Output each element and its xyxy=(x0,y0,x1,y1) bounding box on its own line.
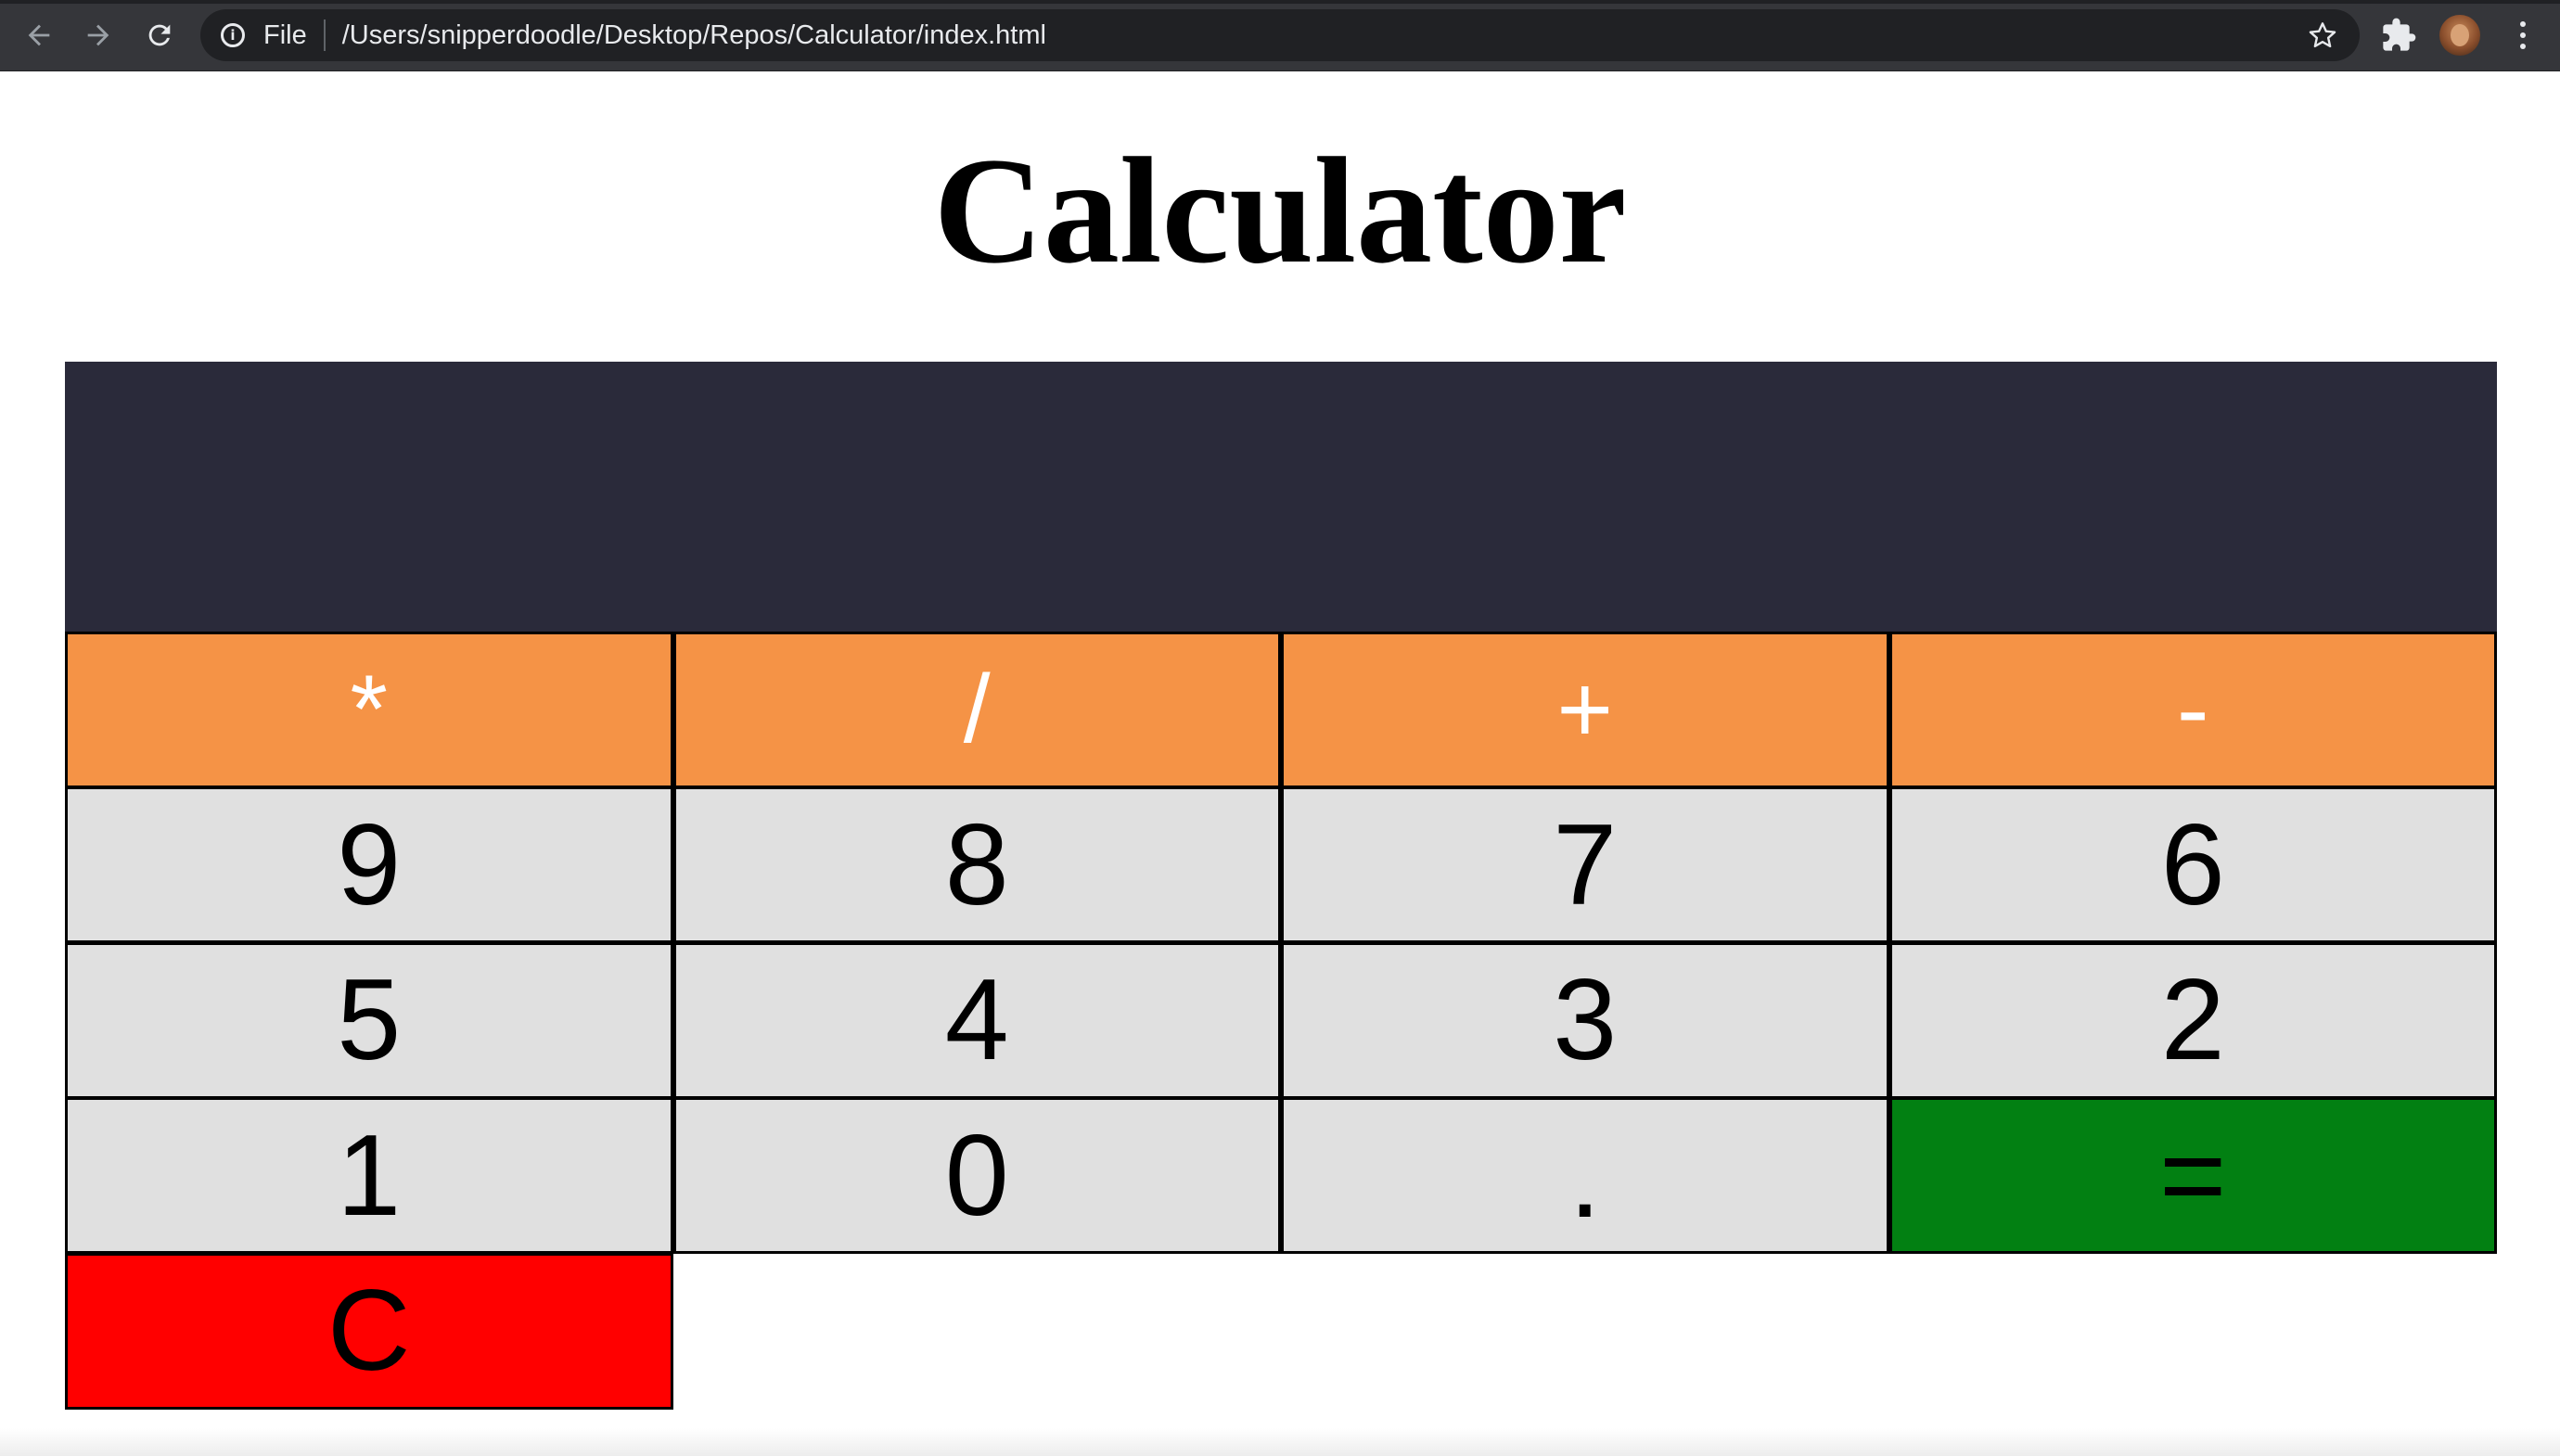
page-title: Calculator xyxy=(933,127,1627,295)
digit-6-button[interactable]: 6 xyxy=(1888,786,2497,943)
add-button[interactable]: + xyxy=(1281,631,1889,788)
tab-strip-edge xyxy=(0,0,2560,4)
url-text[interactable]: /Users/snipperdoodle/Desktop/Repos/Calcu… xyxy=(342,20,1046,51)
decimal-button[interactable]: . xyxy=(1281,1097,1889,1254)
extensions-button[interactable] xyxy=(2380,17,2417,54)
three-dots-vertical-icon[interactable] xyxy=(2504,17,2541,54)
bookmark-star-button[interactable] xyxy=(2304,17,2341,54)
subtract-button[interactable]: - xyxy=(1888,631,2497,788)
calculator: * / + - 9 8 7 6 5 4 3 2 1 0 . = C xyxy=(65,362,2497,1410)
info-icon[interactable]: i xyxy=(221,23,245,47)
page-content: Calculator * / + - 9 8 7 6 5 4 3 2 1 0 .… xyxy=(0,71,2560,1456)
equals-button[interactable]: = xyxy=(1888,1097,2497,1254)
multiply-button[interactable]: * xyxy=(65,631,673,788)
digit-7-button[interactable]: 7 xyxy=(1281,786,1889,943)
file-scheme-label: File xyxy=(263,19,307,50)
digit-8-button[interactable]: 8 xyxy=(672,786,1281,943)
reload-icon xyxy=(148,24,171,46)
puzzle-icon xyxy=(2383,18,2416,51)
window-bottom-edge xyxy=(0,1428,2560,1456)
digit-5-button[interactable]: 5 xyxy=(65,941,673,1099)
browser-toolbar: i File /Users/snipperdoodle/Desktop/Repo… xyxy=(0,0,2560,71)
digit-2-button[interactable]: 2 xyxy=(1888,941,2497,1099)
menu-dot xyxy=(2520,44,2526,49)
clear-button[interactable]: C xyxy=(65,1252,673,1410)
digit-0-button[interactable]: 0 xyxy=(672,1097,1281,1254)
address-bar[interactable]: i File /Users/snipperdoodle/Desktop/Repo… xyxy=(200,9,2360,61)
back-button[interactable] xyxy=(17,13,61,57)
calculator-keypad: * / + - 9 8 7 6 5 4 3 2 1 0 . = C xyxy=(65,631,2497,1410)
menu-dot xyxy=(2520,32,2526,38)
digit-4-button[interactable]: 4 xyxy=(672,941,1281,1099)
arrow-right-icon xyxy=(87,24,109,46)
calculator-display xyxy=(65,362,2497,632)
address-separator xyxy=(323,19,326,51)
digit-3-button[interactable]: 3 xyxy=(1281,941,1889,1099)
menu-dot xyxy=(2520,21,2526,27)
divide-button[interactable]: / xyxy=(672,631,1281,788)
arrow-left-icon xyxy=(28,24,50,46)
avatar-face xyxy=(2451,24,2469,46)
star-icon xyxy=(2309,22,2336,48)
digit-1-button[interactable]: 1 xyxy=(65,1097,673,1254)
profile-avatar[interactable] xyxy=(2439,15,2480,56)
reload-button[interactable] xyxy=(137,13,182,57)
forward-button[interactable] xyxy=(76,13,121,57)
digit-9-button[interactable]: 9 xyxy=(65,786,673,943)
